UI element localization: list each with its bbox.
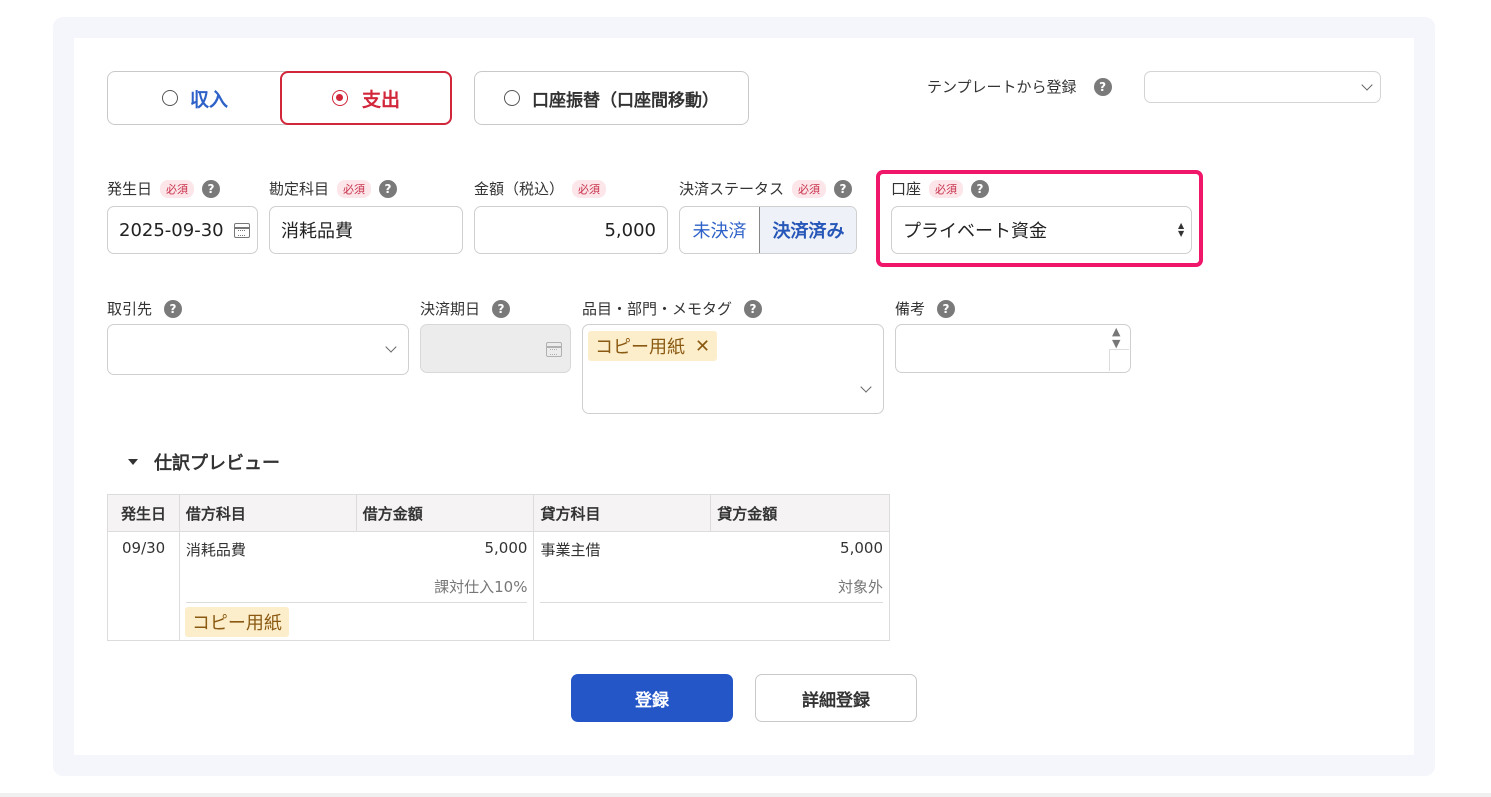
memo-label: 備考	[895, 300, 926, 318]
debit-tag-chip: コピー用紙	[184, 607, 289, 637]
credit-amount: 5,000	[840, 539, 883, 557]
help-icon[interactable]: ?	[744, 299, 763, 318]
memo-label-row: 備考 ?	[895, 298, 956, 319]
remove-tag-icon[interactable]: ✕	[695, 336, 710, 357]
chevron-down-icon	[1361, 79, 1373, 91]
due-date-label: 決済期日	[420, 300, 481, 318]
transfer-label: 口座振替（口座間移動）	[532, 90, 719, 111]
amount-label-row: 金額（税込） 必須	[474, 178, 607, 199]
chevron-down-icon	[860, 381, 872, 393]
due-date-input[interactable]	[420, 324, 571, 373]
credit-divider	[540, 602, 883, 603]
calendar-icon	[546, 342, 562, 357]
register-button[interactable]: 登録	[571, 674, 733, 722]
calendar-icon[interactable]	[234, 223, 250, 238]
debit-divider	[185, 602, 528, 603]
resize-handle-icon[interactable]	[1109, 349, 1129, 371]
template-label: テンプレートから登録	[927, 78, 1077, 96]
radio-off-icon	[504, 90, 520, 106]
radio-on-icon	[331, 90, 348, 106]
required-badge: 必須	[572, 179, 607, 198]
amount-value: 5,000	[604, 219, 656, 241]
status-label-row: 決済ステータス 必須 ?	[679, 178, 853, 199]
preview-toggle[interactable]: 仕訳プレビュー	[128, 449, 280, 475]
tags-label: 品目・部門・メモタグ	[582, 300, 733, 318]
unsettled-button[interactable]: 未決済	[680, 207, 759, 253]
help-icon[interactable]: ?	[379, 179, 398, 198]
expense-label: 支出	[361, 88, 400, 111]
status-toggle-group: 未決済 決済済み	[679, 206, 857, 254]
column-header: 借方科目	[178, 494, 357, 532]
account-title-label-row: 勘定科目 必須 ?	[269, 178, 398, 199]
template-select[interactable]	[1144, 71, 1381, 103]
spin-arrows-icon[interactable]: ▲ ▼	[1112, 326, 1120, 350]
caret-down-icon	[128, 459, 138, 465]
date-label: 発生日	[107, 180, 153, 198]
account-title-label: 勘定科目	[269, 180, 330, 198]
debit-tax-category: 課対仕入10%	[434, 578, 528, 596]
preview-title: 仕訳プレビュー	[154, 453, 280, 474]
account-title-value: 消耗品費	[281, 221, 353, 242]
date-input[interactable]: 2025-09-30	[107, 206, 258, 254]
status-label: 決済ステータス	[679, 180, 785, 198]
row-date: 09/30	[122, 539, 166, 557]
table-header-row: 発生日 借方科目 借方金額 貸方科目 貸方金額	[107, 494, 890, 532]
partner-label: 取引先	[107, 300, 153, 318]
help-icon[interactable]: ?	[202, 179, 221, 198]
debit-account: 消耗品費	[185, 541, 246, 559]
wallet-highlight-frame	[876, 170, 1203, 267]
column-header: 貸方科目	[533, 494, 712, 532]
settled-button[interactable]: 決済済み	[759, 207, 856, 253]
memo-textarea[interactable]: ▲ ▼	[895, 324, 1131, 373]
radio-off-icon	[161, 90, 178, 106]
partner-label-row: 取引先 ?	[107, 298, 183, 319]
tag-chip-label: コピー用紙	[595, 337, 685, 358]
help-icon[interactable]: ?	[937, 299, 956, 318]
bottom-divider	[0, 793, 1491, 797]
help-icon[interactable]: ?	[164, 299, 183, 318]
date-value: 2025-09-30	[119, 219, 224, 241]
debit-cell: 消耗品費 5,000 課対仕入10% コピー用紙	[178, 531, 535, 641]
income-label: 収入	[189, 88, 228, 111]
required-badge: 必須	[160, 179, 195, 198]
help-icon[interactable]: ?	[834, 179, 853, 198]
chevron-down-icon	[385, 341, 397, 353]
credit-account: 事業主借	[540, 541, 601, 559]
column-header: 発生日	[107, 494, 180, 532]
account-title-input[interactable]: 消耗品費	[269, 206, 463, 254]
detail-register-button[interactable]: 詳細登録	[755, 674, 917, 722]
template-label-row: テンプレートから登録 ?	[927, 76, 1112, 97]
amount-input[interactable]: 5,000	[474, 206, 668, 254]
tags-label-row: 品目・部門・メモタグ ?	[582, 298, 763, 319]
column-header: 貸方金額	[710, 494, 890, 532]
credit-tax-category: 対象外	[837, 578, 883, 596]
transfer-radio-button[interactable]: 口座振替（口座間移動）	[474, 71, 749, 125]
amount-label: 金額（税込）	[474, 180, 565, 198]
tag-chip: コピー用紙 ✕	[588, 331, 718, 361]
table-row: 09/30 消耗品費 5,000 課対仕入10% コピー用紙 事業主借 5,00…	[107, 531, 890, 641]
required-badge: 必須	[337, 179, 372, 198]
date-label-row: 発生日 必須 ?	[107, 178, 221, 199]
tags-input[interactable]: コピー用紙 ✕	[582, 324, 884, 414]
income-radio-button[interactable]: 収入	[108, 72, 282, 124]
required-badge: 必須	[792, 179, 827, 198]
expense-radio-button[interactable]: 支出	[280, 71, 452, 125]
date-cell: 09/30	[107, 531, 180, 641]
journal-preview-table: 発生日 借方科目 借方金額 貸方科目 貸方金額 09/30 消耗品費 5,000…	[107, 494, 890, 641]
due-date-label-row: 決済期日 ?	[420, 298, 511, 319]
help-icon[interactable]: ?	[492, 299, 511, 318]
column-header: 借方金額	[355, 494, 535, 532]
credit-cell: 事業主借 5,000 対象外	[533, 531, 890, 641]
debit-amount: 5,000	[484, 539, 528, 557]
help-icon[interactable]: ?	[1093, 77, 1112, 96]
partner-select[interactable]	[107, 324, 409, 375]
